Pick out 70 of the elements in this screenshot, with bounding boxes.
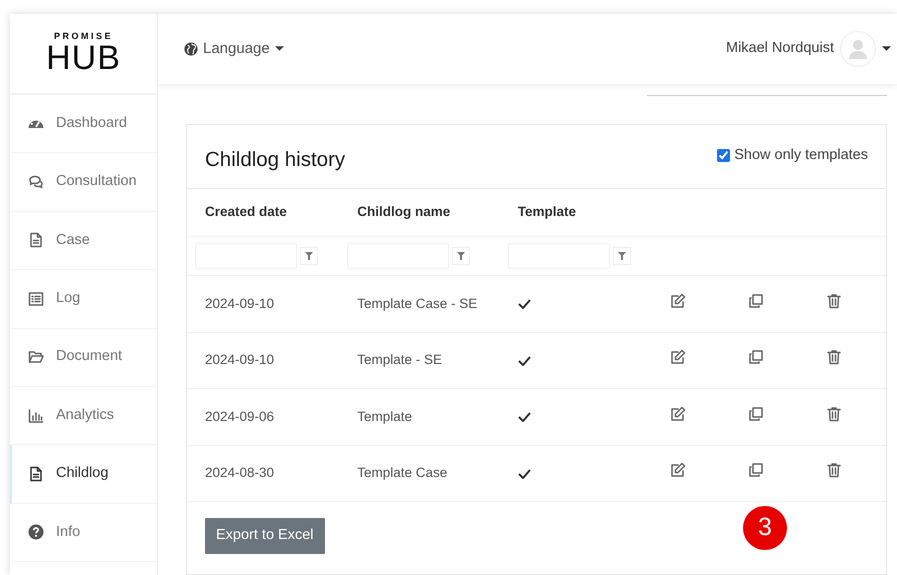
copy-icon <box>748 406 764 422</box>
document-icon <box>28 232 44 248</box>
column-header: Childlog name <box>339 188 500 237</box>
table-cell: 2024-09-06 <box>187 388 340 446</box>
sidebar-item[interactable]: Consultation <box>10 153 157 212</box>
edit-button[interactable] <box>670 406 686 422</box>
user-name[interactable]: Mikael Nordquist <box>726 38 834 60</box>
chat-icon <box>28 174 44 190</box>
copy-icon <box>748 292 764 309</box>
copy-button[interactable] <box>748 349 764 366</box>
filter-button[interactable] <box>300 247 318 266</box>
logo-text: PROMISE <box>54 32 113 41</box>
trash-icon <box>826 292 842 309</box>
trash-icon <box>826 406 842 422</box>
copy-button[interactable] <box>748 292 764 309</box>
caret-icon <box>274 46 284 52</box>
filter-button[interactable] <box>612 247 631 266</box>
trash-icon <box>826 349 842 366</box>
table-cell: Template Case <box>339 445 500 502</box>
table-cell: Template <box>339 388 500 446</box>
edit-icon <box>670 292 686 309</box>
logo-text: HUB <box>46 41 121 75</box>
edit-icon <box>670 406 686 422</box>
copy-button[interactable] <box>748 462 764 478</box>
sidebar-item[interactable]: Analytics <box>10 386 157 446</box>
trash-button[interactable] <box>826 462 842 478</box>
filter-icon <box>305 252 313 260</box>
column-header: Template <box>500 188 652 237</box>
list-icon <box>28 290 44 307</box>
filter-icon <box>618 252 626 260</box>
table-cell: 2024-09-10 <box>187 332 340 389</box>
edit-button[interactable] <box>670 292 686 309</box>
step-badge: 3 <box>743 506 787 550</box>
card-title: Childlog history <box>205 146 346 173</box>
trash-button[interactable] <box>826 349 842 366</box>
table-cell: 2024-09-10 <box>187 276 340 332</box>
export-button[interactable]: Export to Excel <box>205 518 325 554</box>
copy-button[interactable] <box>748 406 764 422</box>
edit-icon <box>670 349 686 366</box>
trash-button[interactable] <box>826 406 842 422</box>
user-icon <box>847 38 869 60</box>
copy-icon <box>748 349 764 366</box>
table-cell: Template Case - SE <box>339 276 500 332</box>
sidebar-item[interactable]: Log <box>10 270 157 329</box>
folder-icon <box>28 349 44 366</box>
language-dropdown[interactable]: Language <box>184 38 284 60</box>
help-icon <box>28 524 44 540</box>
trash-icon <box>826 462 842 478</box>
caret-icon[interactable] <box>882 46 891 52</box>
table-cell: 2024-08-30 <box>187 445 340 502</box>
globe-icon <box>184 42 198 56</box>
filter-icon <box>457 252 466 260</box>
bar-chart-icon <box>28 408 44 424</box>
gauge-icon <box>28 119 44 128</box>
edit-button[interactable] <box>670 462 686 478</box>
sidebar-item[interactable]: Case <box>10 212 157 270</box>
checkbox[interactable] <box>717 149 730 162</box>
column-header: Created date <box>187 188 340 237</box>
sidebar-item[interactable]: Childlog <box>10 445 157 504</box>
sidebar-item[interactable]: Info <box>10 504 157 562</box>
copy-icon <box>748 462 764 478</box>
edit-button[interactable] <box>670 349 686 366</box>
document-icon <box>28 466 44 482</box>
table-cell: Template - SE <box>339 332 500 389</box>
checkbox-label[interactable]: Show only templates <box>734 144 868 166</box>
sidebar-item[interactable]: Document <box>10 328 157 387</box>
filter-button[interactable] <box>452 247 470 266</box>
sidebar-item[interactable]: Dashboard <box>10 95 157 154</box>
trash-button[interactable] <box>826 292 842 309</box>
edit-icon <box>670 462 686 478</box>
